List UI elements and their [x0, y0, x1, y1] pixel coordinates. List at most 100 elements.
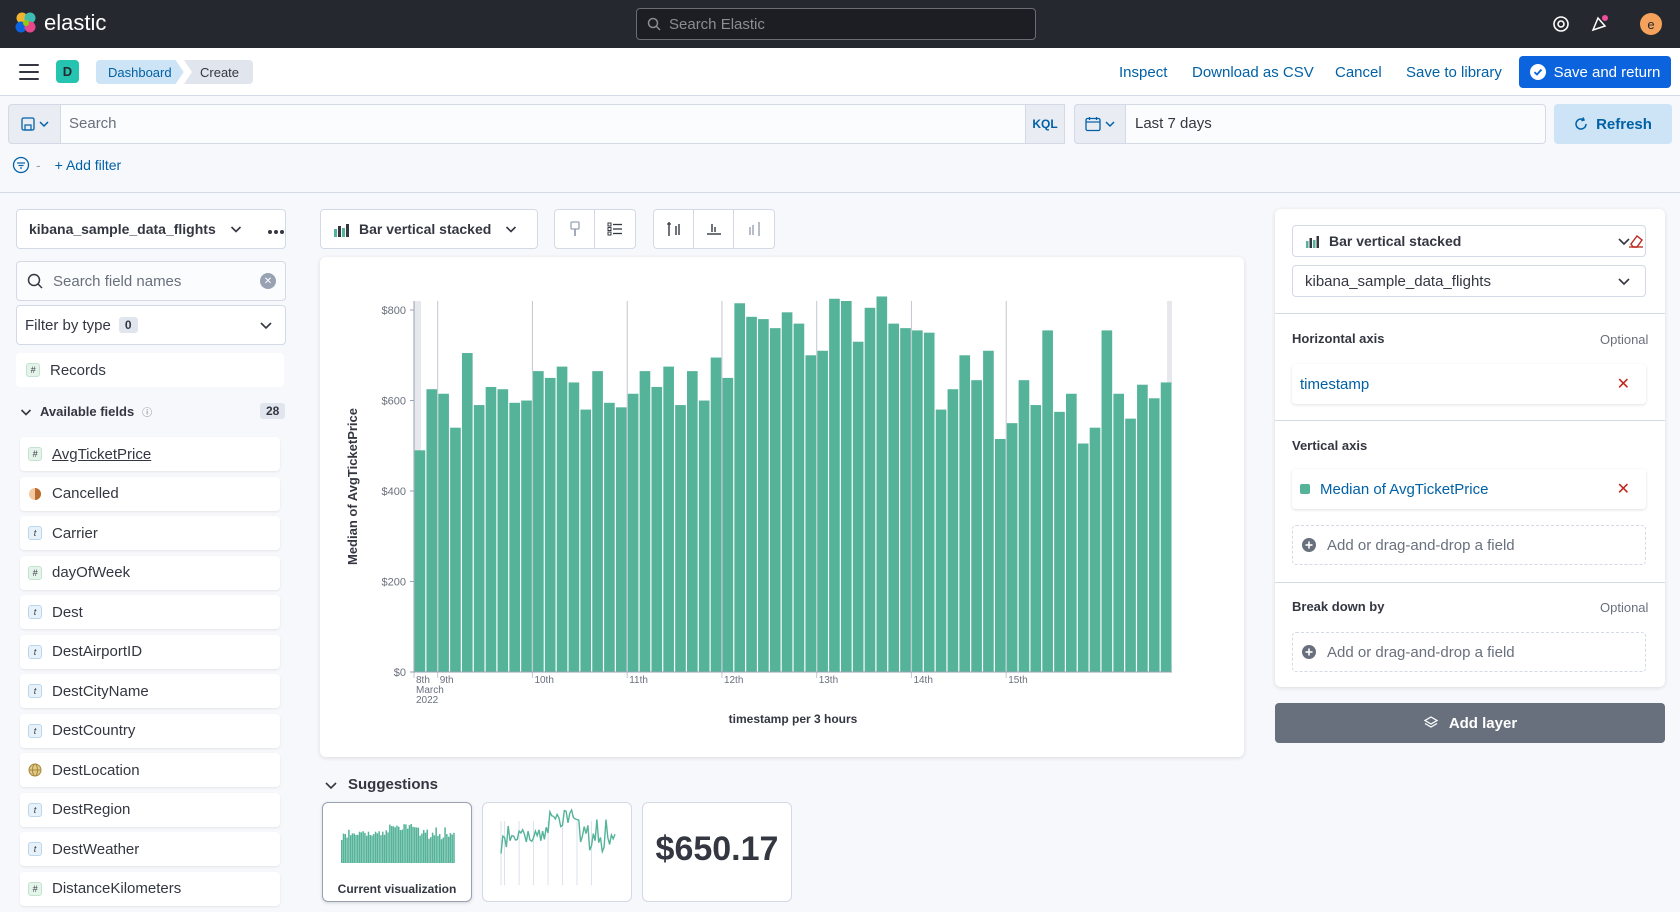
bottom-axis-icon[interactable] [694, 210, 734, 248]
mini-bar [364, 832, 366, 863]
query-input[interactable] [8, 104, 1058, 144]
string-type-icon: t [28, 605, 42, 619]
axis-button-group [653, 209, 775, 249]
field-item[interactable]: t DestCityName [20, 674, 280, 708]
save-icon [20, 117, 35, 131]
clear-layer-icon[interactable] [1628, 233, 1644, 252]
right-axis-icon[interactable] [734, 210, 774, 248]
field-item[interactable]: t Dest [20, 595, 280, 629]
number-type-icon: # [28, 447, 42, 461]
cancel-link[interactable]: Cancel [1335, 64, 1382, 81]
elastic-logo[interactable]: elastic [14, 10, 106, 36]
add-layer-button[interactable]: Add layer [1275, 703, 1665, 743]
geo-type-icon [28, 763, 42, 777]
layer-index-select[interactable]: kibana_sample_data_flights [1292, 265, 1646, 297]
y-axis-title: Median of AvgTicketPrice [345, 408, 360, 565]
horizontal-axis-field[interactable]: timestamp ✕ [1292, 364, 1646, 404]
records-field[interactable]: # Records [16, 353, 284, 387]
bar-chart[interactable]: $0$200$400$600$8008thMarch20229th 10th 11t… [320, 257, 1244, 757]
field-item[interactable]: DestLocation [20, 753, 280, 787]
bar [947, 389, 959, 672]
more-options-icon[interactable] [267, 222, 285, 240]
legend-icon[interactable] [595, 210, 635, 248]
user-avatar[interactable]: e [1640, 13, 1662, 35]
paintbrush-icon[interactable] [555, 210, 595, 248]
plus-circle-icon [1302, 645, 1316, 659]
bar [935, 409, 947, 672]
mini-bar [410, 823, 412, 863]
download-csv-link[interactable]: Download as CSV [1192, 64, 1314, 81]
save-to-library-link[interactable]: Save to library [1406, 64, 1502, 81]
x-axis-title: timestamp per 3 hours [729, 712, 858, 726]
index-pattern-select[interactable]: kibana_sample_data_flights [16, 209, 286, 249]
field-item[interactable]: t DestRegion [20, 792, 280, 827]
mini-bar [430, 837, 432, 863]
time-range-label[interactable]: Last 7 days [1135, 115, 1212, 132]
clear-icon[interactable]: ✕ [260, 273, 276, 289]
suggestion-line[interactable] [482, 802, 632, 902]
layer-chart-type-select[interactable]: Bar vertical stacked [1292, 225, 1646, 257]
mini-bar [389, 824, 391, 863]
y-tick-label: $800 [382, 305, 406, 317]
bar [1160, 382, 1172, 672]
space-avatar[interactable]: D [56, 60, 79, 83]
mini-bar [385, 830, 388, 863]
bar [568, 382, 580, 672]
refresh-button[interactable]: Refresh [1554, 104, 1672, 144]
bar [912, 330, 923, 672]
saved-query-button[interactable] [8, 104, 61, 144]
bar [734, 303, 746, 672]
field-item[interactable]: t DestAirportID [20, 634, 280, 669]
bar [461, 353, 473, 672]
field-item[interactable]: # AvgTicketPrice [20, 437, 280, 471]
divider [1275, 582, 1665, 583]
mini-bar [399, 830, 402, 863]
field-search-input[interactable]: Search field names [16, 261, 286, 301]
help-icon[interactable] [1549, 12, 1573, 36]
remove-icon[interactable]: ✕ [1617, 374, 1630, 394]
vertical-axis-field[interactable]: Median of AvgTicketPrice ✕ [1292, 469, 1646, 509]
suggestion-current-label: Current visualization [337, 882, 457, 896]
field-item[interactable]: t DestWeather [20, 832, 280, 866]
filter-icon[interactable] [12, 156, 30, 174]
chevron-down-icon [1105, 121, 1115, 128]
available-fields-toggle[interactable]: Available fields ⓘ [20, 404, 152, 419]
suggestions-toggle[interactable]: Suggestions [324, 776, 438, 793]
bar-chart-icon [1306, 236, 1319, 248]
add-filter-button[interactable]: + Add filter [55, 157, 122, 173]
quick-date-menu-button[interactable] [1074, 104, 1126, 144]
mini-bar [387, 832, 389, 863]
save-and-return-button[interactable]: Save and return [1519, 56, 1671, 88]
hamburger-menu-icon[interactable] [18, 62, 40, 82]
bar [698, 400, 710, 672]
number-type-icon: # [28, 565, 42, 580]
refresh-icon [1575, 117, 1587, 130]
filter-by-type-button[interactable]: Filter by type 0 [16, 305, 286, 345]
mini-bar [415, 827, 418, 863]
field-name: DestRegion [52, 801, 131, 818]
breadcrumb-create: Create [184, 60, 254, 84]
mini-bar [437, 835, 439, 863]
mini-bar [367, 831, 370, 863]
field-item[interactable]: # dayOfWeek [20, 555, 280, 590]
field-item[interactable]: t DestCountry [20, 713, 280, 748]
field-item[interactable]: Cancelled [20, 476, 280, 511]
inspect-link[interactable]: Inspect [1119, 64, 1167, 81]
chart-type-select[interactable]: Bar vertical stacked [320, 209, 538, 249]
calendar-icon [1085, 117, 1101, 132]
query-language-button[interactable]: KQL [1025, 104, 1065, 144]
field-name: DestLocation [52, 761, 140, 779]
bar [1125, 418, 1136, 672]
add-vertical-field-button[interactable]: Add or drag-and-drop a field [1292, 525, 1646, 565]
series-color-swatch[interactable] [1300, 484, 1310, 494]
chevron-down-icon [1618, 278, 1630, 286]
left-axis-icon[interactable] [654, 210, 694, 248]
add-breakdown-field-button[interactable]: Add or drag-and-drop a field [1292, 632, 1646, 672]
remove-icon[interactable]: ✕ [1617, 479, 1630, 499]
breadcrumb-dashboard[interactable]: Dashboard [96, 60, 184, 84]
global-search-input[interactable]: Search Elastic [636, 8, 1036, 40]
newsfeed-icon[interactable] [1587, 12, 1611, 36]
mini-bar [405, 824, 407, 863]
field-item[interactable]: t Carrier [20, 516, 280, 550]
field-item[interactable]: # DistanceKilometers [20, 871, 280, 906]
